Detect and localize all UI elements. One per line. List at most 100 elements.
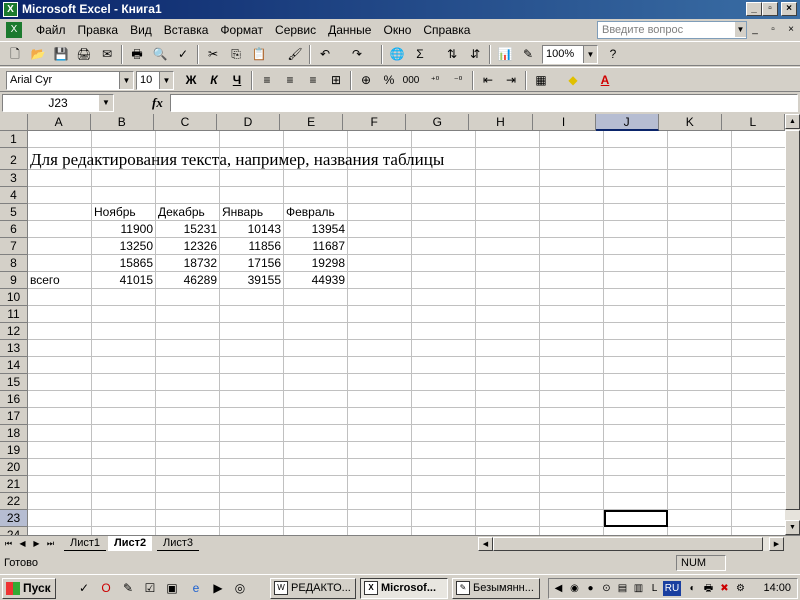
menu-view[interactable]: Вид (124, 23, 158, 37)
tray-app-icon[interactable]: ● (583, 581, 598, 596)
menu-help[interactable]: Справка (417, 23, 476, 37)
prev-sheet-icon[interactable]: ◀ (17, 537, 28, 550)
cell-i15[interactable] (540, 374, 604, 391)
merge-center-icon[interactable]: ⊞ (325, 71, 347, 90)
tray-app-icon[interactable]: ▥ (631, 581, 646, 596)
cell-b6[interactable]: 11900 (92, 221, 156, 238)
cell-e18[interactable] (284, 425, 348, 442)
cell-j4[interactable] (604, 187, 668, 204)
cell-e5[interactable]: Февраль (284, 204, 348, 221)
cell-b7[interactable]: 13250 (92, 238, 156, 255)
cell-g14[interactable] (412, 357, 476, 374)
cell-d24[interactable] (220, 527, 284, 535)
cell-d23[interactable] (220, 510, 284, 527)
cell-g10[interactable] (412, 289, 476, 306)
cell-e23[interactable] (284, 510, 348, 527)
cell-j18[interactable] (604, 425, 668, 442)
quicklaunch-app-icon[interactable]: ✎ (120, 580, 136, 596)
cell-l8[interactable] (732, 255, 785, 272)
network-disconnected-icon[interactable]: ✖ (717, 581, 732, 596)
cell-g16[interactable] (412, 391, 476, 408)
ask-dropdown-arrow[interactable]: ▼ (735, 22, 746, 37)
cell-g21[interactable] (412, 476, 476, 493)
cell-k5[interactable] (668, 204, 732, 221)
underline-button[interactable]: Ч (226, 71, 248, 90)
cell-h17[interactable] (476, 408, 540, 425)
cell-e19[interactable] (284, 442, 348, 459)
cell-c13[interactable] (156, 340, 220, 357)
column-header-j[interactable]: J (595, 114, 659, 131)
cell-a12[interactable] (28, 323, 92, 340)
cell-d8[interactable]: 17156 (220, 255, 284, 272)
cell-i11[interactable] (540, 306, 604, 323)
cell-e21[interactable] (284, 476, 348, 493)
cell-i4[interactable] (540, 187, 604, 204)
align-center-icon[interactable]: ≡ (279, 71, 301, 90)
cell-k12[interactable] (668, 323, 732, 340)
cell-e15[interactable] (284, 374, 348, 391)
cell-k7[interactable] (668, 238, 732, 255)
cell-g6[interactable] (412, 221, 476, 238)
fill-color-icon[interactable]: ◆ (562, 71, 584, 90)
cell-c10[interactable] (156, 289, 220, 306)
cell-d7[interactable]: 11856 (220, 238, 284, 255)
cell-i20[interactable] (540, 459, 604, 476)
menu-data[interactable]: Данные (322, 23, 377, 37)
cell-e8[interactable]: 19298 (284, 255, 348, 272)
cell-d11[interactable] (220, 306, 284, 323)
cell-d21[interactable] (220, 476, 284, 493)
cell-k23[interactable] (668, 510, 732, 527)
cell-h11[interactable] (476, 306, 540, 323)
cell-j3[interactable] (604, 170, 668, 187)
cell-f16[interactable] (348, 391, 412, 408)
cell-a3[interactable] (28, 170, 92, 187)
cell-a16[interactable] (28, 391, 92, 408)
excel-icon[interactable]: X (3, 2, 18, 17)
cell-i14[interactable] (540, 357, 604, 374)
cell-b24[interactable] (92, 527, 156, 535)
quicklaunch-app-icon[interactable]: ☑ (142, 580, 158, 596)
cell-l15[interactable] (732, 374, 785, 391)
cell-a7[interactable] (28, 238, 92, 255)
show-desktop-icon[interactable]: ▣ (164, 580, 180, 596)
cell-i13[interactable] (540, 340, 604, 357)
cell-e7[interactable]: 11687 (284, 238, 348, 255)
column-header-b[interactable]: B (90, 114, 154, 131)
cell-f4[interactable] (348, 187, 412, 204)
cell-k13[interactable] (668, 340, 732, 357)
chevron-down-icon[interactable]: ▼ (99, 95, 113, 111)
cell-e4[interactable] (284, 187, 348, 204)
cell-d9[interactable]: 39155 (220, 272, 284, 289)
chevron-down-icon[interactable]: ▼ (583, 46, 597, 63)
cell-l22[interactable] (732, 493, 785, 510)
row-header[interactable]: 17 (0, 408, 28, 425)
cell-c8[interactable]: 18732 (156, 255, 220, 272)
cell-l20[interactable] (732, 459, 785, 476)
column-header-k[interactable]: K (658, 114, 722, 131)
cell-g13[interactable] (412, 340, 476, 357)
tray-app-icon[interactable]: L (647, 581, 662, 596)
row-header[interactable]: 3 (0, 170, 28, 187)
cell-b17[interactable] (92, 408, 156, 425)
thousands-separator-button[interactable]: 000 (400, 71, 422, 90)
increase-decimal-icon[interactable]: ⁺⁰ (424, 71, 446, 90)
cell-b16[interactable] (92, 391, 156, 408)
first-sheet-icon[interactable]: ⏮ (3, 537, 14, 550)
cell-h2[interactable] (476, 148, 540, 170)
row-header[interactable]: 4 (0, 187, 28, 204)
cell-g8[interactable] (412, 255, 476, 272)
cell-l23[interactable] (732, 510, 785, 527)
cell-e1[interactable] (284, 131, 348, 148)
media-player-icon[interactable]: ▶ (210, 580, 226, 596)
cell-e17[interactable] (284, 408, 348, 425)
cell-f8[interactable] (348, 255, 412, 272)
cell-d14[interactable] (220, 357, 284, 374)
undo-icon[interactable]: ↶ (314, 45, 336, 64)
cell-k3[interactable] (668, 170, 732, 187)
copy-icon[interactable]: ⎘ (225, 45, 247, 64)
cell-b21[interactable] (92, 476, 156, 493)
cell-b19[interactable] (92, 442, 156, 459)
cell-g22[interactable] (412, 493, 476, 510)
format-painter-icon[interactable]: 🖌 (284, 45, 306, 64)
column-header-h[interactable]: H (469, 114, 533, 131)
